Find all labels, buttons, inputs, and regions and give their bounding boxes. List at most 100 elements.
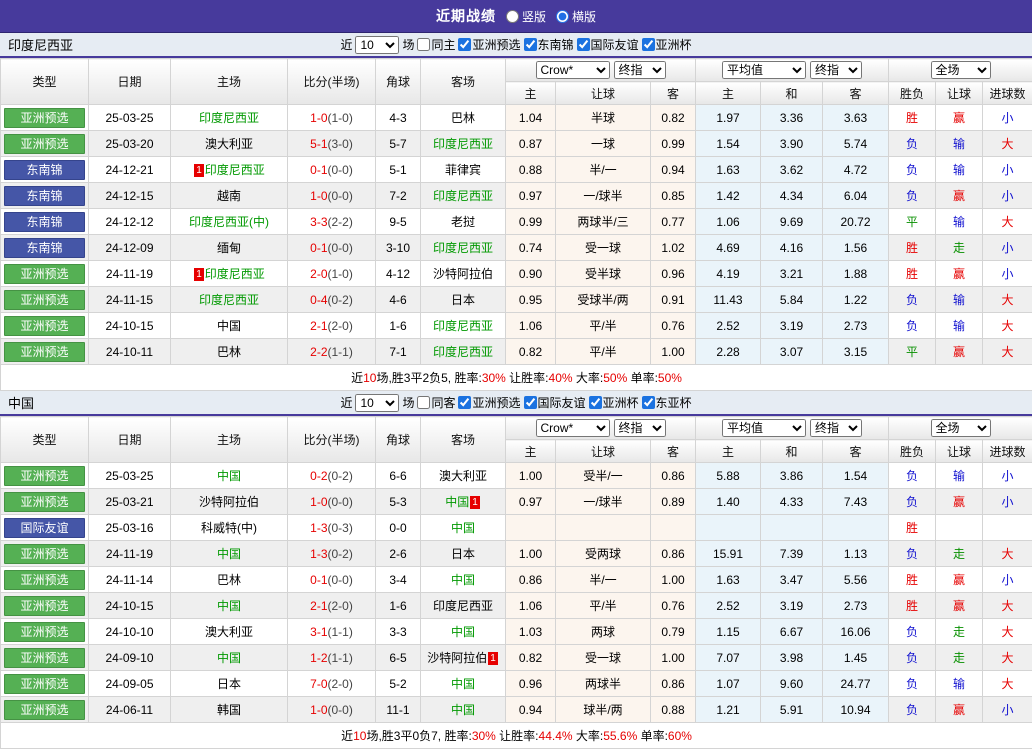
summary-text: 大率: xyxy=(573,729,604,743)
summary-stat-value: 30% xyxy=(482,371,506,385)
avg-away-cell: 1.13 xyxy=(823,541,889,567)
away-team-name[interactable]: 印度尼西亚 xyxy=(433,241,493,255)
league-filter-checkbox[interactable] xyxy=(458,38,471,51)
horizontal-layout-radio[interactable] xyxy=(556,10,569,23)
league-filter-checkbox[interactable] xyxy=(577,38,590,51)
league-filter[interactable]: 国际友谊 xyxy=(577,36,639,53)
home-team-name[interactable]: 印度尼西亚 xyxy=(199,293,259,307)
away-team-cell: 印度尼西亚 xyxy=(421,183,506,209)
away-team-name[interactable]: 印度尼西亚 xyxy=(433,189,493,203)
same-venue-checkbox[interactable] xyxy=(417,396,430,409)
summary-row: 近10场,胜3平0负7, 胜率:30% 让胜率:44.4% 大率:55.6% 单… xyxy=(1,723,1032,749)
away-team-name[interactable]: 中国 xyxy=(451,521,475,535)
league-filter-checkbox[interactable] xyxy=(524,38,537,51)
home-team-name[interactable]: 印度尼西亚 xyxy=(199,111,259,125)
home-team-name[interactable]: 印度尼西亚 xyxy=(205,163,265,177)
odds-away-cell: 0.76 xyxy=(651,313,696,339)
result-handicap-cell: 走 xyxy=(936,235,983,261)
avg-away-cell: 20.72 xyxy=(823,209,889,235)
away-team-cell: 中国 xyxy=(421,515,506,541)
league-filter[interactable]: 亚洲杯 xyxy=(589,394,639,411)
result-wdl-cell: 负 xyxy=(889,463,936,489)
avg-home-cell: 1.63 xyxy=(696,157,761,183)
league-filter[interactable]: 亚洲预选 xyxy=(458,394,520,411)
league-filter-checkbox[interactable] xyxy=(524,396,537,409)
final-average-select[interactable]: 终指 xyxy=(810,61,862,79)
date-cell: 25-03-20 xyxy=(89,131,171,157)
same-venue-checkbox[interactable] xyxy=(417,38,430,51)
result-handicap-cell: 输 xyxy=(936,209,983,235)
result-goals-cell: 大 xyxy=(983,671,1032,697)
home-team-name[interactable]: 印度尼西亚 xyxy=(205,267,265,281)
fulltime-score: 5-1 xyxy=(310,137,327,151)
home-team-name[interactable]: 中国 xyxy=(217,651,241,665)
sub-header: 客 xyxy=(823,440,889,463)
odds-home-cell: 0.82 xyxy=(506,645,556,671)
away-team-name[interactable]: 印度尼西亚 xyxy=(433,137,493,151)
away-team-name[interactable]: 中国 xyxy=(451,677,475,691)
vertical-layout-radio[interactable] xyxy=(506,10,519,23)
home-team-cell: 韩国 xyxy=(171,697,288,723)
same-venue-filter[interactable]: 同客 xyxy=(417,394,455,411)
summary-text: 让胜率: xyxy=(506,371,549,385)
fulltime-score: 2-2 xyxy=(310,345,327,359)
league-badge: 东南锦 xyxy=(4,160,85,180)
home-team-name[interactable]: 中国 xyxy=(217,599,241,613)
match-count-select[interactable]: 10 xyxy=(355,36,399,54)
avg-draw-cell: 3.19 xyxy=(761,313,823,339)
fulltime-score: 2-1 xyxy=(310,319,327,333)
away-team-name[interactable]: 中国 xyxy=(451,625,475,639)
away-team-name[interactable]: 中国 xyxy=(445,495,469,509)
league-filter-checkbox[interactable] xyxy=(458,396,471,409)
layout-option-horizontal[interactable]: 横版 xyxy=(556,8,596,25)
score-cell: 0-1(0-0) xyxy=(288,567,376,593)
sub-header: 客 xyxy=(651,440,696,463)
away-team-name: 印度尼西亚 xyxy=(433,599,493,613)
average-odds-group: 平均值终指 xyxy=(696,417,889,440)
avg-away-cell: 1.88 xyxy=(823,261,889,287)
corners-cell: 3-10 xyxy=(376,235,421,261)
same-venue-filter[interactable]: 同主 xyxy=(417,36,455,53)
date-cell: 24-12-09 xyxy=(89,235,171,261)
league-badge: 亚洲预选 xyxy=(4,622,85,642)
final-odds-select[interactable]: 终指 xyxy=(614,61,666,79)
away-team-name[interactable]: 中国 xyxy=(451,703,475,717)
avg-draw-cell: 6.67 xyxy=(761,619,823,645)
average-select[interactable]: 平均值 xyxy=(722,61,806,79)
result-wdl-cell: 平 xyxy=(889,339,936,365)
filter-controls: 近10场同主亚洲预选东南锦国际友谊亚洲杯 xyxy=(0,33,1032,56)
scope-select[interactable]: 全场 xyxy=(931,419,991,437)
league-filter-checkbox[interactable] xyxy=(589,396,602,409)
avg-draw-cell: 4.34 xyxy=(761,183,823,209)
home-team-name[interactable]: 印度尼西亚(中) xyxy=(189,215,269,229)
bookmaker-select[interactable]: Crow* xyxy=(536,419,610,437)
result-goals-cell: 小 xyxy=(983,261,1032,287)
away-team-name[interactable]: 印度尼西亚 xyxy=(433,345,493,359)
league-filter[interactable]: 亚洲预选 xyxy=(458,36,520,53)
scope-select[interactable]: 全场 xyxy=(931,61,991,79)
fulltime-score: 1-0 xyxy=(310,495,327,509)
league-filter[interactable]: 亚洲杯 xyxy=(642,36,692,53)
bookmaker-select[interactable]: Crow* xyxy=(536,61,610,79)
league-filter[interactable]: 国际友谊 xyxy=(524,394,586,411)
avg-away-cell: 1.45 xyxy=(823,645,889,671)
league-filter[interactable]: 东亚杯 xyxy=(642,394,692,411)
col-header-score: 比分(半场) xyxy=(288,59,376,105)
league-filter-checkbox[interactable] xyxy=(642,396,655,409)
layout-option-vertical[interactable]: 竖版 xyxy=(506,8,546,25)
away-team-name[interactable]: 印度尼西亚 xyxy=(433,319,493,333)
recent-label: 近 xyxy=(340,394,352,411)
fulltime-score: 7-0 xyxy=(310,677,327,691)
league-filter-checkbox[interactable] xyxy=(642,38,655,51)
league-filter[interactable]: 东南锦 xyxy=(524,36,574,53)
home-team-name[interactable]: 中国 xyxy=(217,469,241,483)
odds-home-cell xyxy=(506,515,556,541)
average-select[interactable]: 平均值 xyxy=(722,419,806,437)
away-team-cell: 印度尼西亚 xyxy=(421,131,506,157)
home-team-name[interactable]: 中国 xyxy=(217,547,241,561)
final-average-select[interactable]: 终指 xyxy=(810,419,862,437)
final-odds-select[interactable]: 终指 xyxy=(614,419,666,437)
away-team-name[interactable]: 中国 xyxy=(451,573,475,587)
match-count-select[interactable]: 10 xyxy=(355,394,399,412)
league-cell: 亚洲预选 xyxy=(1,287,89,313)
